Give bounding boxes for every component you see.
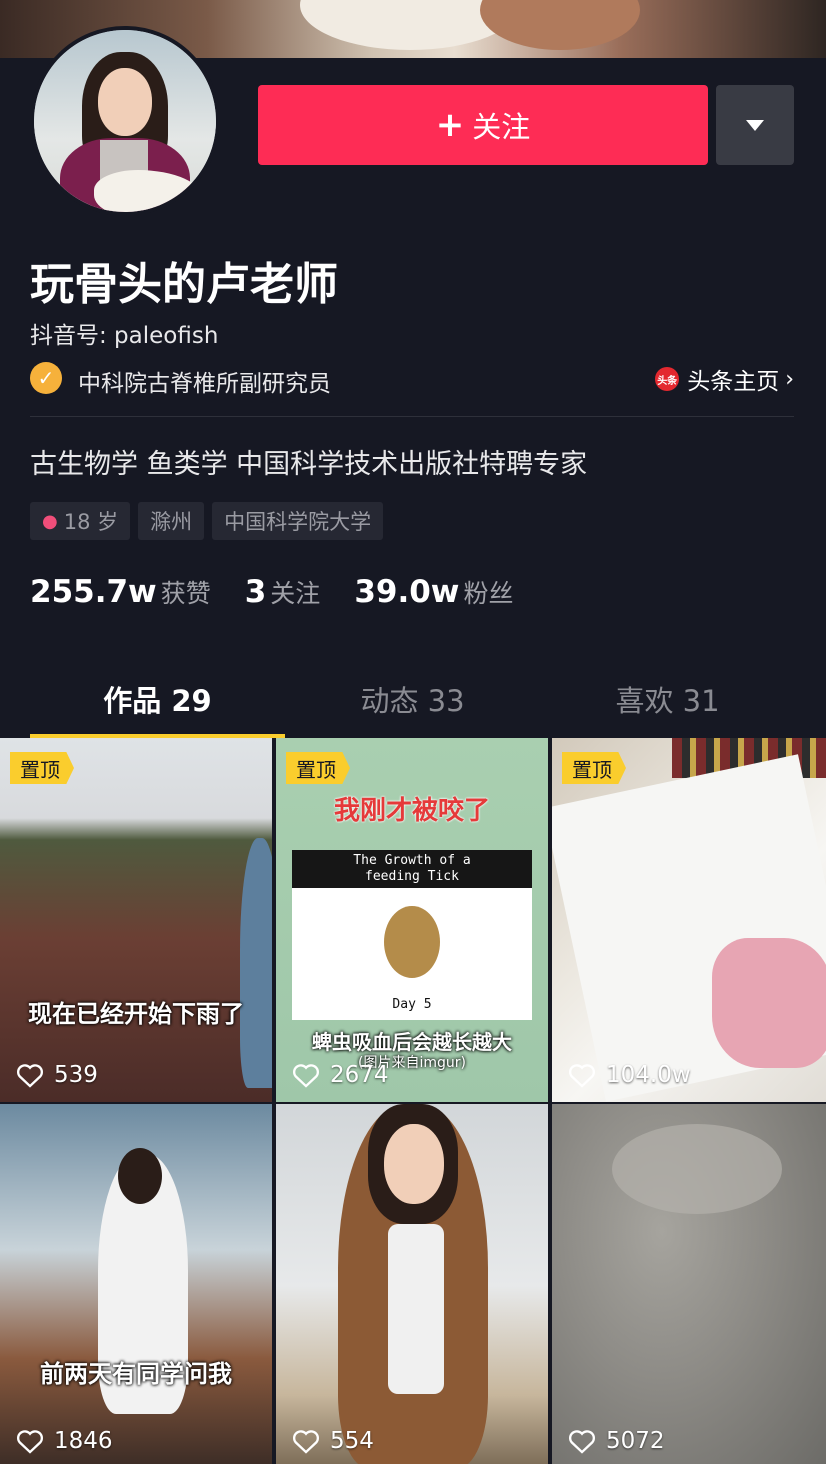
toutiao-homepage-link[interactable]: 头条 头条主页 ›	[655, 362, 794, 396]
video-likes: 1846	[16, 1428, 113, 1454]
stat-followers[interactable]: 39.0w 粉丝	[354, 574, 513, 610]
video-likes-count: 2674	[330, 1062, 389, 1088]
heart-icon	[293, 1430, 319, 1454]
tab-works[interactable]: 作品 29	[30, 660, 285, 738]
dropdown-triangle-icon	[746, 119, 764, 131]
tick-image	[384, 906, 440, 978]
video-likes-count: 104.0w	[606, 1062, 691, 1088]
heart-icon	[17, 1064, 43, 1088]
profile-name: 玩骨头的卢老师	[30, 259, 338, 310]
follow-label: 关注	[472, 110, 531, 144]
stat-likes-count: 255.7w	[30, 574, 157, 610]
video-likes-count: 539	[54, 1062, 98, 1088]
profile-stats: 255.7w 获赞 3 关注 39.0w 粉丝	[30, 574, 547, 610]
follow-button[interactable]: + 关注	[258, 85, 708, 165]
pinned-badge: 置顶	[10, 752, 74, 784]
stat-likes: 255.7w 获赞	[30, 574, 211, 610]
pinned-badge: 置顶	[286, 752, 350, 784]
video-caption-top: 我刚才被咬了	[333, 796, 490, 826]
tag-age-label: 18 岁	[63, 510, 119, 534]
video-thumbnail[interactable]: 置顶 104.0w	[552, 738, 826, 1102]
video-likes-count: 554	[330, 1428, 374, 1454]
more-options-button[interactable]	[716, 85, 794, 165]
video-likes: 554	[292, 1428, 374, 1454]
female-icon: ●	[42, 510, 58, 532]
heart-icon	[17, 1430, 43, 1454]
stat-following-label: 关注	[270, 579, 321, 608]
video-likes: 5072	[568, 1428, 665, 1454]
video-caption: 现在已经开始下雨了	[28, 1000, 244, 1028]
video-likes: 104.0w	[568, 1062, 691, 1088]
heart-icon	[293, 1064, 319, 1088]
verification-row: ✓ 中科院古脊椎所副研究员 头条 头条主页 ›	[30, 360, 794, 397]
heart-icon	[569, 1430, 595, 1454]
plus-icon: +	[435, 105, 465, 145]
stat-following-count: 3	[244, 574, 267, 610]
tag-age: ● 18 岁	[30, 502, 131, 540]
tag-school-label: 中国科学院大学	[224, 510, 372, 534]
stat-followers-count: 39.0w	[354, 574, 460, 610]
chevron-right-icon: ›	[785, 366, 794, 392]
video-caption: 前两天有同学问我	[40, 1360, 232, 1388]
stat-likes-label: 获赞	[160, 579, 211, 608]
toutiao-logo-icon: 头条	[655, 367, 680, 391]
video-likes: 2674	[292, 1062, 389, 1088]
verified-check-icon: ✓	[30, 362, 62, 394]
video-likes-count: 5072	[606, 1428, 665, 1454]
video-grid: 置顶 现在已经开始下雨了 539 置顶 我刚才被咬了 The Growth of…	[0, 738, 826, 1464]
verification-text: 中科院古脊椎所副研究员	[78, 371, 331, 397]
video-thumbnail[interactable]: 置顶 现在已经开始下雨了 539	[0, 738, 272, 1102]
profile-bio: 古生物学 鱼类学 中国科学技术出版社特聘专家	[30, 449, 588, 480]
stat-following[interactable]: 3 关注	[245, 574, 321, 610]
profile-tags: ● 18 岁 滁州 中国科学院大学	[30, 502, 384, 540]
heart-icon	[569, 1064, 595, 1088]
content-tabs: 作品 29 动态 33 喜欢 31	[0, 660, 826, 738]
video-thumbnail[interactable]: 前两天有同学问我 1846	[0, 1104, 272, 1464]
tab-dynamics[interactable]: 动态 33	[285, 660, 540, 738]
avatar[interactable]	[30, 26, 220, 216]
tag-school: 中国科学院大学	[212, 502, 384, 540]
toutiao-link-label: 头条主页	[687, 369, 780, 395]
tick-infographic: The Growth of a feeding Tick Day 5	[292, 850, 532, 1020]
douyin-id: 抖音号: paleofish	[30, 323, 219, 349]
tag-location: 滁州	[138, 502, 205, 540]
tab-likes[interactable]: 喜欢 31	[540, 660, 795, 738]
infographic-day: Day 5	[392, 997, 432, 1012]
tag-location-label: 滁州	[150, 510, 193, 534]
video-thumbnail[interactable]: 5072	[552, 1104, 826, 1464]
video-thumbnail[interactable]: 554	[276, 1104, 548, 1464]
divider	[30, 416, 794, 417]
video-caption: 蜱虫吸血后会越长越大	[312, 1030, 512, 1054]
infographic-title: The Growth of a feeding Tick	[292, 850, 532, 888]
pinned-badge: 置顶	[562, 752, 626, 784]
video-likes-count: 1846	[54, 1428, 113, 1454]
stat-followers-label: 粉丝	[463, 579, 514, 608]
video-thumbnail[interactable]: 置顶 我刚才被咬了 The Growth of a feeding Tick D…	[276, 738, 548, 1102]
video-likes: 539	[16, 1062, 98, 1088]
